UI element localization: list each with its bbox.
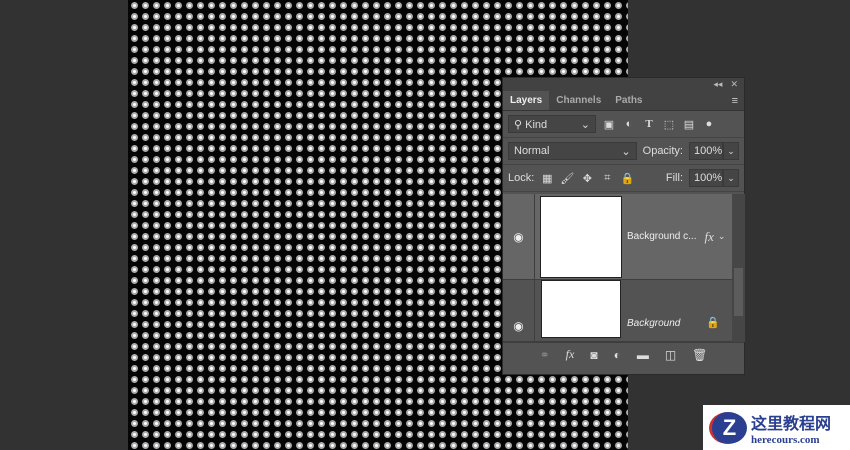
tab-paths[interactable]: Paths [608, 91, 649, 110]
layer-name: Background [627, 318, 681, 329]
close-icon[interactable]: ✕ [730, 79, 738, 90]
lock-image-icon[interactable]: 🖌 [560, 172, 574, 185]
layer-lock-icon: 🔒 [706, 317, 721, 329]
fill-label: Fill: [665, 172, 683, 184]
layer-thumbnail [541, 280, 621, 338]
tab-channels[interactable]: Channels [549, 91, 608, 110]
collapse-icon[interactable]: ◂◂ [713, 79, 722, 90]
fill-dropdown[interactable]: ⌄ [723, 169, 739, 187]
layer-row[interactable]: ◉ Background c... fx ⌄ [503, 194, 732, 280]
lock-artboard-icon[interactable]: ⌗ [600, 172, 614, 185]
opacity-label: Opacity: [642, 145, 683, 157]
watermark-logo: Z 这里教程网 herecours.com [703, 405, 850, 450]
visibility-eye-icon[interactable]: ◉ [503, 280, 535, 341]
type-filter-icon[interactable]: T [642, 118, 656, 130]
layers-panel: ◂◂ ✕ Layers Channels Paths ≡ ⚲ Kind ⌄ ▣ ◐ … [502, 77, 745, 375]
search-icon: ⚲ [514, 118, 526, 131]
lock-label: Lock: [508, 172, 535, 184]
layer-row[interactable]: ◉ Background 🔒 [503, 280, 732, 342]
logo-url: herecours.com [751, 433, 820, 446]
adjustment-filter-icon[interactable]: ◐ [622, 118, 636, 130]
lock-transparent-icon[interactable]: ▦ [540, 172, 554, 185]
fx-icon[interactable]: fx [704, 229, 713, 245]
add-mask-icon[interactable]: ◙ [590, 348, 597, 362]
link-layers-icon[interactable]: ⚭ [540, 348, 550, 362]
filter-kind-select[interactable]: ⚲ Kind ⌄ [508, 115, 596, 133]
logo-title: 这里教程网 [751, 415, 832, 433]
visibility-eye-icon[interactable]: ◉ [503, 194, 535, 279]
tab-layers[interactable]: Layers [503, 91, 550, 110]
layers-scrollbar[interactable] [732, 194, 745, 342]
opacity-dropdown[interactable]: ⌄ [723, 142, 739, 160]
new-adjustment-icon[interactable]: ◐ [614, 348, 621, 362]
image-filter-icon[interactable]: ▣ [602, 118, 616, 131]
layer-name: Background c... [627, 231, 697, 242]
add-style-icon[interactable]: fx [566, 347, 575, 362]
smart-object-filter-icon[interactable]: ▤ [682, 118, 696, 131]
lock-position-icon[interactable]: ✥ [580, 172, 594, 185]
layer-thumbnail [540, 195, 622, 278]
delete-layer-icon[interactable]: 🗑 [692, 348, 707, 362]
shape-filter-icon[interactable]: ⬚ [662, 118, 676, 131]
opacity-input[interactable]: 100% [689, 142, 723, 160]
filter-toggle[interactable]: ● [702, 118, 716, 130]
expand-effects-icon[interactable]: ⌄ [718, 231, 726, 242]
new-group-icon[interactable]: ▬ [637, 348, 649, 362]
panel-menu-icon[interactable]: ≡ [726, 91, 744, 110]
fill-input[interactable]: 100% [689, 169, 723, 187]
logo-icon: Z [709, 411, 747, 444]
lock-all-icon[interactable]: 🔒 [620, 172, 634, 185]
new-layer-icon[interactable]: ◫ [665, 348, 676, 362]
blend-mode-select[interactable]: Normal ⌄ [508, 142, 637, 160]
